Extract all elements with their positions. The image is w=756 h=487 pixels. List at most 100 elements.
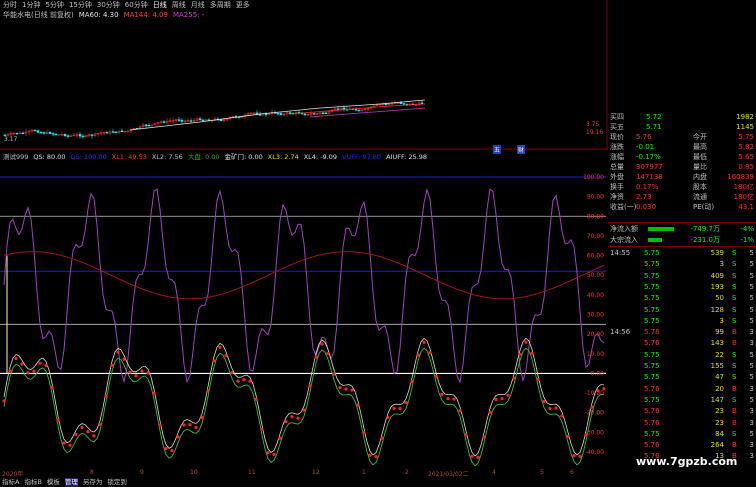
- marker-66: [200, 415, 204, 420]
- marker-196: [590, 405, 594, 409]
- tick-row-5: 5.75 128 S 5: [608, 305, 756, 315]
- marker-0: [2, 399, 6, 403]
- tick-vol-14: 23: [715, 407, 724, 416]
- flow-row-1: 大宗流入 -231.0万 -1%: [608, 235, 756, 245]
- tick-row-4: 5.75 50 S 5: [608, 293, 756, 303]
- marker-16: [50, 385, 54, 389]
- tick-price-1: 5.75: [644, 260, 660, 269]
- tick-price-14: 5.76: [644, 407, 660, 416]
- marker-84: [254, 397, 258, 401]
- indicator-tab-3[interactable]: 管理: [64, 478, 78, 487]
- candle-105: [318, 112, 322, 116]
- candle-104: [315, 113, 319, 116]
- marker-88: [266, 451, 270, 455]
- quote-label2-8: 流通: [693, 193, 707, 201]
- candle-32: [99, 130, 103, 135]
- tick-separator: [608, 246, 756, 247]
- quote-label2-5: 量比: [693, 163, 707, 171]
- quote-value2-2: 5.75: [738, 133, 754, 141]
- tick-dir-1: S: [732, 260, 737, 269]
- tick-row-8: 5.76 143 B 3: [608, 338, 756, 348]
- y-label-3: 70.00: [587, 233, 604, 240]
- date-label-2: 9: [140, 469, 144, 476]
- candle-67: [204, 118, 208, 121]
- marker-174: [524, 340, 528, 344]
- indicator-tab-4[interactable]: 另存为: [83, 478, 103, 487]
- marker-44: [134, 374, 138, 378]
- marker-52: [158, 423, 162, 427]
- marker-160: [482, 435, 486, 439]
- marker-50: [152, 391, 156, 395]
- candle-51: [156, 122, 160, 125]
- indicator-chart[interactable]: 100.00 90.00 80.00 70.00 60.00 50.00 40.00 30.0…: [0, 152, 608, 470]
- white-line: [3, 337, 605, 457]
- quote-row-3: 涨跌 -0.01 最高 5.82: [608, 142, 756, 152]
- tick-row-17: 5.76 264 B 3: [608, 440, 756, 450]
- quote-value2-9: 43.1: [738, 203, 754, 211]
- indicator-tab-2[interactable]: 模板: [47, 478, 60, 487]
- indicator-tab-1[interactable]: 指标B: [24, 478, 41, 487]
- marker-10: [32, 369, 36, 373]
- tick-dir-10: S: [732, 362, 737, 370]
- y-label-9: 10.00: [587, 351, 604, 358]
- tick-vol-10: 155: [710, 362, 724, 370]
- date-label-0: 2020年: [2, 471, 24, 478]
- candle-41: [126, 130, 130, 133]
- quote-row-6: 外盘 147138 内盘 160839: [608, 172, 756, 182]
- marker-6: [20, 362, 24, 366]
- marker-36: [110, 363, 114, 367]
- candle-34: [105, 131, 109, 134]
- date-label-1: 8: [90, 469, 94, 476]
- marker-198: [596, 389, 600, 393]
- marker-98: [296, 416, 300, 420]
- y-label-5: 50.00: [587, 272, 604, 279]
- tick-price-16: 5.75: [644, 429, 660, 438]
- flow-label-0: 净流入额: [610, 225, 638, 233]
- date-label-11: 6: [570, 469, 574, 476]
- candle-77: [234, 115, 238, 119]
- tick-extra-18: 3: [749, 452, 754, 461]
- marker-146: [440, 392, 444, 396]
- tick-price-7: 5.76: [644, 328, 660, 337]
- quote-right-0: 1982: [736, 113, 754, 121]
- marker-68: [206, 388, 210, 393]
- indicator-tab-0[interactable]: 指标A: [2, 478, 19, 487]
- marker-180: [542, 399, 546, 404]
- marker-176: [530, 351, 534, 355]
- candle-48: [147, 123, 151, 127]
- candle-14: [45, 129, 49, 135]
- date-axis: 2020年 8 9 10 11 12 1 2 2021/03/02二 4 5 6: [0, 469, 608, 478]
- tick-price-15: 5.76: [644, 418, 660, 427]
- quote-label-0: 买四: [610, 113, 624, 121]
- price-right-1: 3.75: [586, 121, 600, 128]
- quote-value-2: 5.76: [636, 133, 652, 141]
- quote-row-1: 买五 5.71 1145: [608, 122, 756, 132]
- candle-38: [117, 130, 121, 135]
- quote-label2-7: 股本: [693, 183, 707, 191]
- quote-label-6: 外盘: [610, 173, 624, 181]
- candle-53: [162, 120, 166, 124]
- y-label-2: 80.00: [587, 213, 604, 220]
- flow-value-1: -231.0万: [690, 236, 720, 244]
- date-label-7: 2: [405, 469, 409, 476]
- candlestick-chart[interactable]: [0, 0, 608, 150]
- tick-extra-14: 3: [749, 407, 754, 416]
- quote-row-7: 换手 0.17% 股本 180亿: [608, 182, 756, 192]
- tick-price-0: 5.75: [644, 249, 660, 257]
- candle-61: [186, 118, 190, 122]
- marker-28: [86, 430, 90, 434]
- marker-188: [566, 434, 570, 438]
- candle-59: [180, 118, 184, 124]
- quote-panel: 买四 5.72 1982 买五 5.71 1145 现价 5.76 今开 5.75 涨跌 -0.01 最…: [608, 110, 756, 470]
- marker-140: [422, 340, 426, 344]
- tick-vol-11: 47: [715, 373, 724, 382]
- candle-19: [60, 132, 64, 137]
- tick-dir-11: S: [732, 373, 737, 382]
- marker-120: [362, 431, 366, 435]
- price-low-label: 3.17: [4, 136, 18, 143]
- marker-156: [470, 454, 474, 458]
- marker-90: [272, 452, 276, 456]
- tick-row-9: 5.75 22 S 5: [608, 350, 756, 360]
- candle-7: [24, 129, 28, 137]
- indicator-tab-5[interactable]: 锁定到: [107, 478, 127, 487]
